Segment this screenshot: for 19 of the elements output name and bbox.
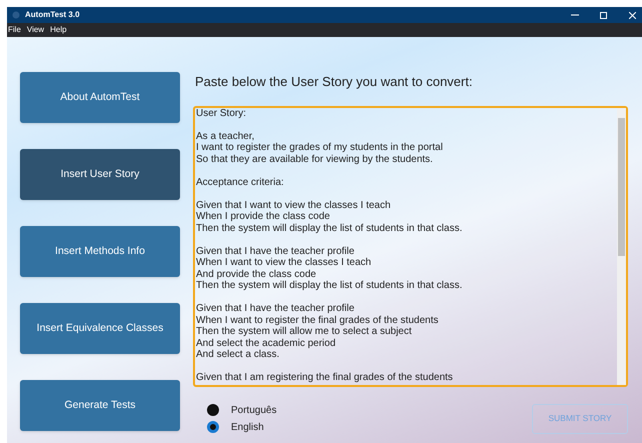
nav-button[interactable]: Insert Methods Info [20,226,180,277]
radio-label: English [231,420,264,434]
nav-button[interactable]: Insert Equivalence Classes [20,303,180,354]
window-title: AutomTest 3.0 [25,9,80,21]
menu-item[interactable]: Help [50,24,67,36]
maximize-icon[interactable] [600,12,607,18]
menu-item[interactable]: File [8,24,21,36]
heading: Paste below the User Story you want to convert: [195,73,474,91]
scrollbar[interactable] [617,108,626,384]
radio-button[interactable] [207,421,219,433]
nav-button[interactable]: About AutomTest [20,72,180,123]
menu-item[interactable]: View [26,24,44,36]
story-textarea[interactable]: User Story: As a teacher, I want to register the grades of my students in the portal So that they are available for viewing by the students. Acceptance criteria: Given that I want to view the classes I teach When I provide the class code Then the system will display the list of students in that class. Given that I have the teacher profile When I want to view the classes I teach And provide the class code Then the system will display the list of students in that class. Given that I have the teacher profile When I want to register the final grades of the students Then the system will allow me to select a subject And select the academic period And select a class. Given that I am registering the final grades of the students [193,106,628,386]
close-icon[interactable] [629,12,636,18]
radio-button[interactable] [207,404,219,416]
radio-label: Português [231,404,277,418]
nav-button[interactable]: Generate Tests [20,380,180,431]
app-icon [12,11,20,19]
nav-button[interactable]: Insert User Story [20,149,180,200]
